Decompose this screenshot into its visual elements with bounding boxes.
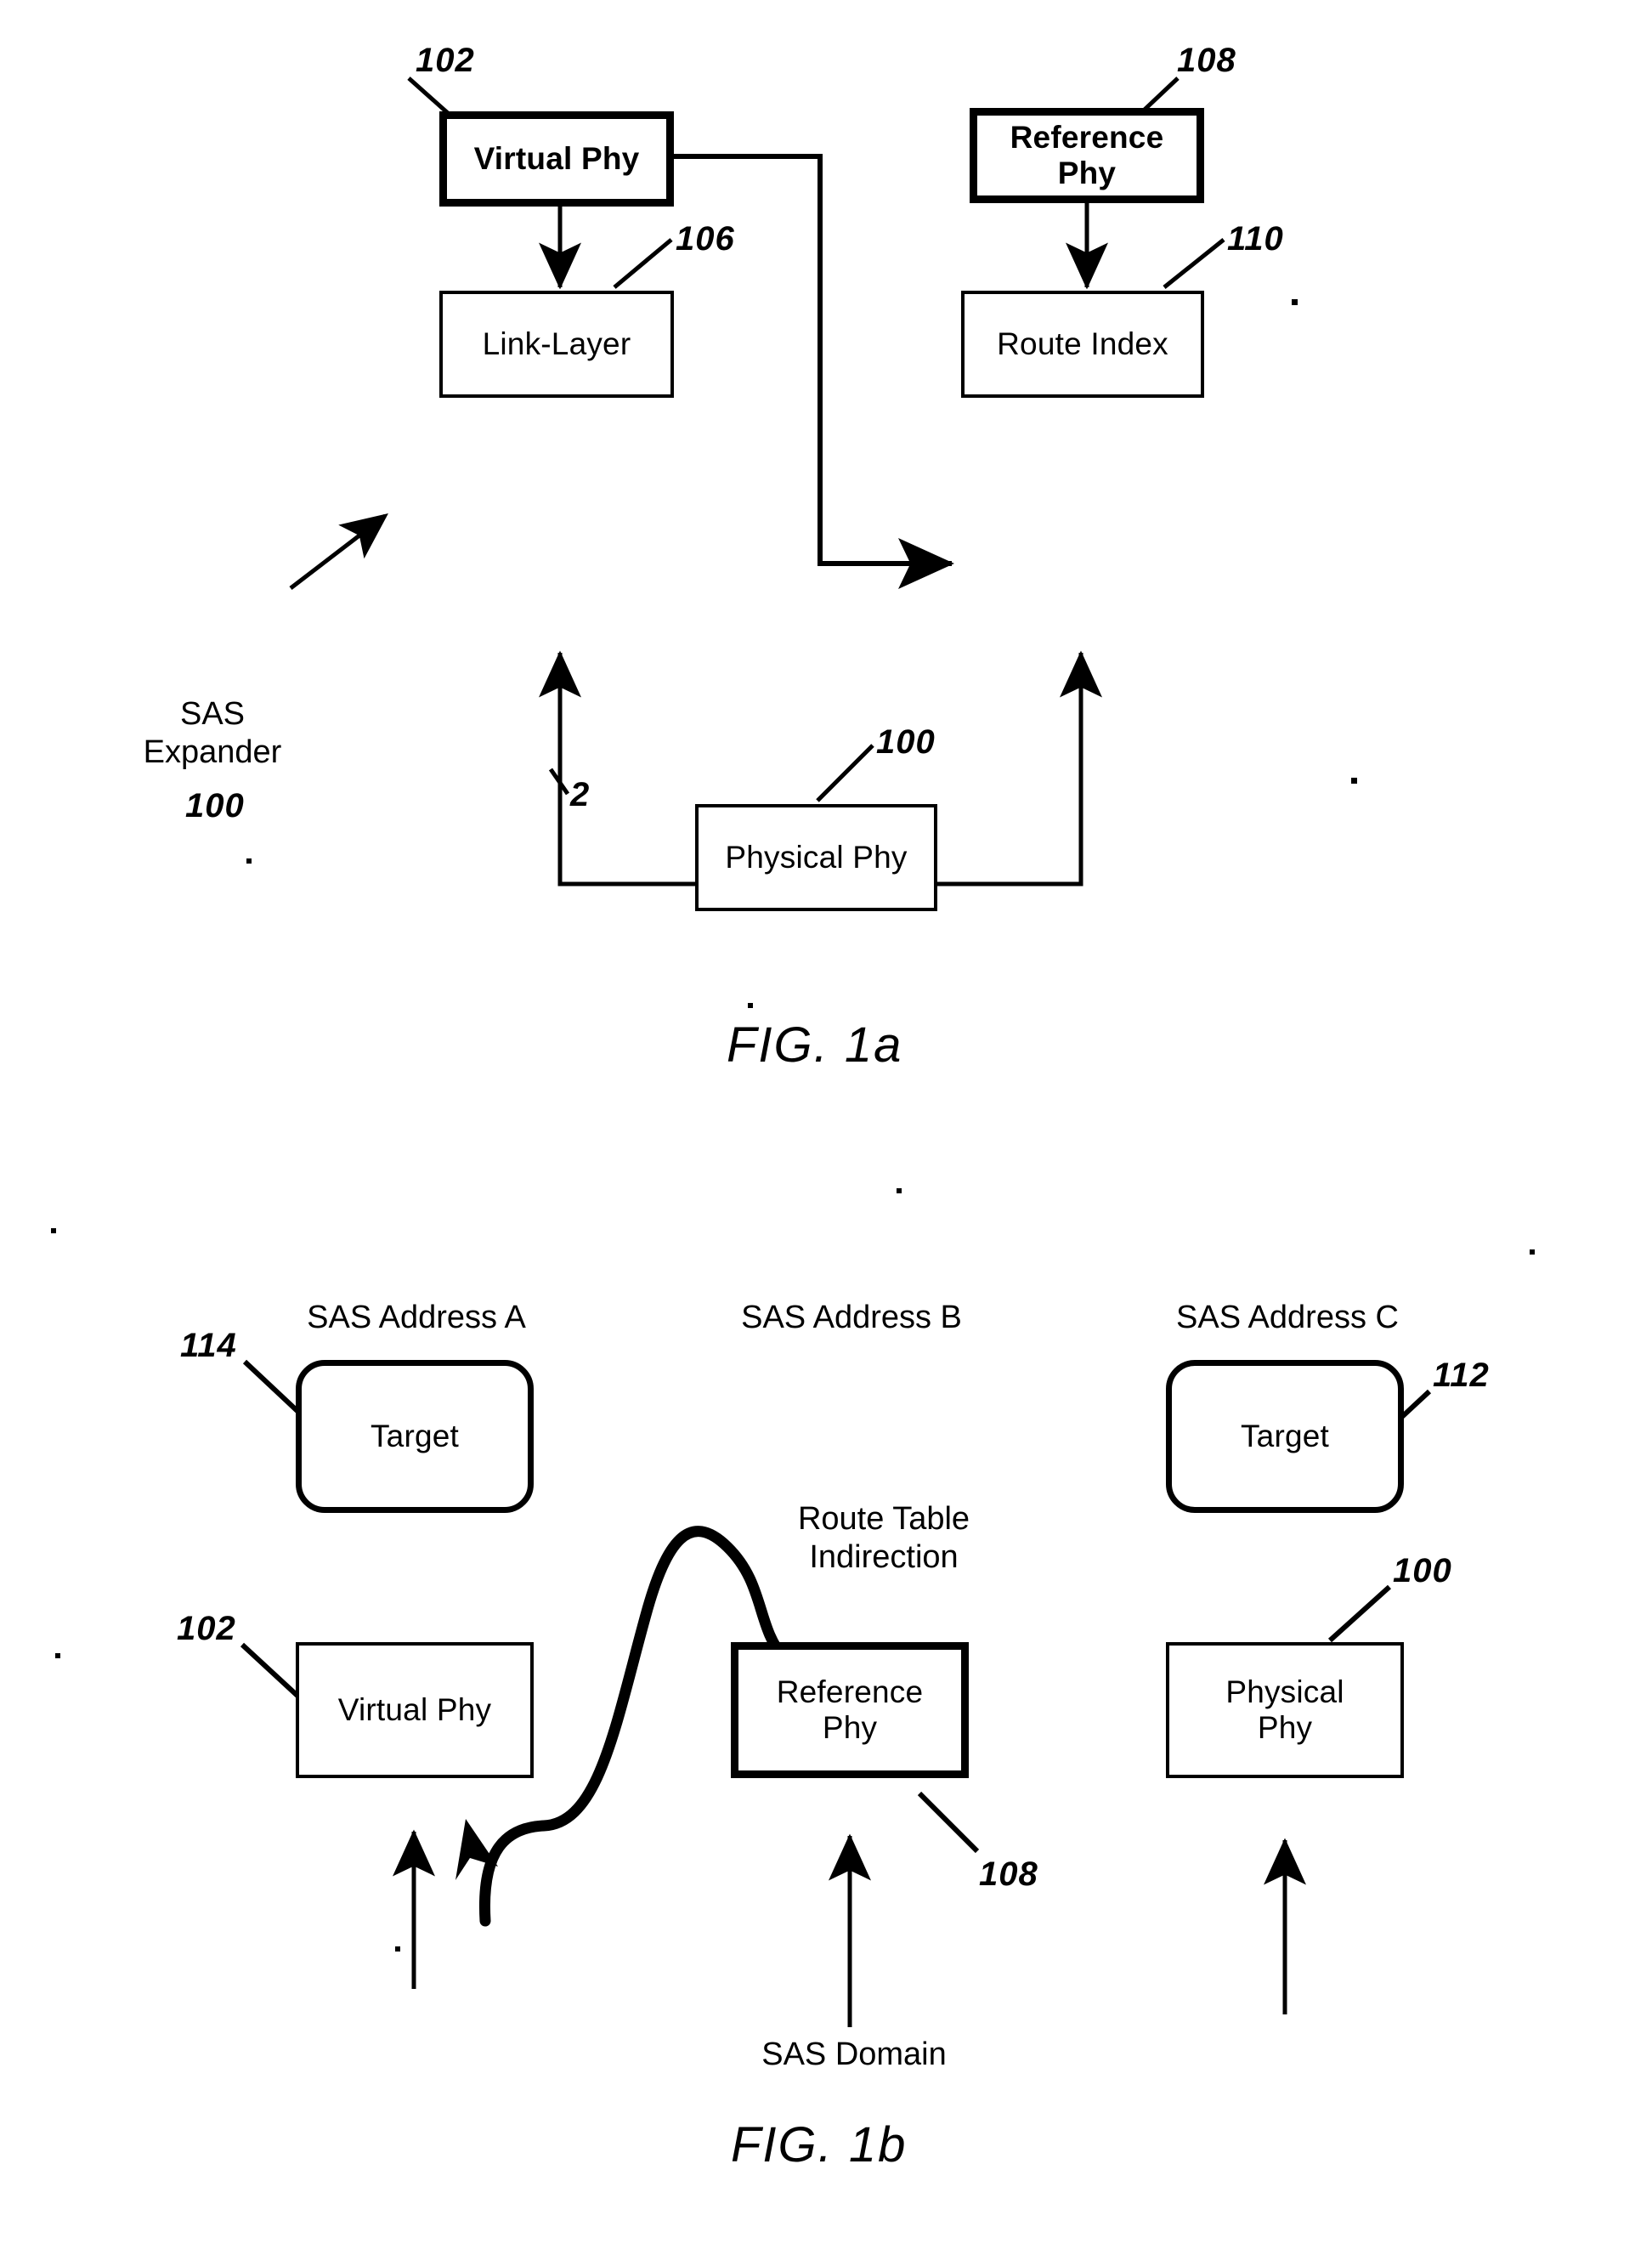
fig1b-ref-100: 100 [1393, 1552, 1452, 1589]
scan-speckle [1351, 778, 1357, 784]
fig1b-node-virtual-phy-label: Virtual Phy [337, 1692, 492, 1727]
fig1b-caption: FIG. 1b [731, 2117, 908, 2173]
fig1b-node-reference-phy: Reference Phy [731, 1642, 969, 1778]
fig1b-node-target-c: Target [1166, 1360, 1404, 1513]
fig1b-ref-108: 108 [979, 1855, 1038, 1893]
scan-speckle [748, 1003, 753, 1008]
fig1b-column-header-c: SAS Address C [1176, 1300, 1399, 1335]
scan-speckle [1292, 299, 1298, 305]
fig1b-node-target-c-label: Target [1240, 1419, 1330, 1453]
scan-speckle [246, 858, 252, 864]
patent-drawing-sheet: Virtual Phy Reference Phy Link-Layer Rou… [0, 0, 1652, 2266]
fig1b-node-virtual-phy: Virtual Phy [296, 1642, 534, 1778]
fig1b-column-header-a: SAS Address A [307, 1300, 526, 1335]
scan-speckle [55, 1653, 60, 1658]
fig1b-ref-114: 114 [180, 1327, 237, 1364]
scan-speckle [1530, 1249, 1535, 1255]
scan-speckle [51, 1228, 56, 1233]
fig1b-curve-label: Route Table Indirection [797, 1501, 970, 1575]
fig1b-node-target-a-label: Target [370, 1419, 460, 1453]
fig1b-node-target-a: Target [296, 1360, 534, 1513]
fig1b-node-physical-phy: Physical Phy [1166, 1642, 1404, 1778]
fig1b-column-header-b: SAS Address B [741, 1300, 962, 1335]
fig1b-node-physical-phy-label: Physical Phy [1225, 1674, 1344, 1745]
scan-speckle [897, 1188, 902, 1193]
fig1b-ref-102: 102 [177, 1610, 236, 1647]
fig1b-connector-layer [240, 1359, 1432, 2027]
scan-speckle [395, 1946, 400, 1952]
fig1b-bottom-label: SAS Domain [761, 2037, 947, 2072]
fig1b-ref-112: 112 [1433, 1357, 1490, 1394]
fig1b-node-reference-phy-label: Reference Phy [776, 1674, 924, 1745]
